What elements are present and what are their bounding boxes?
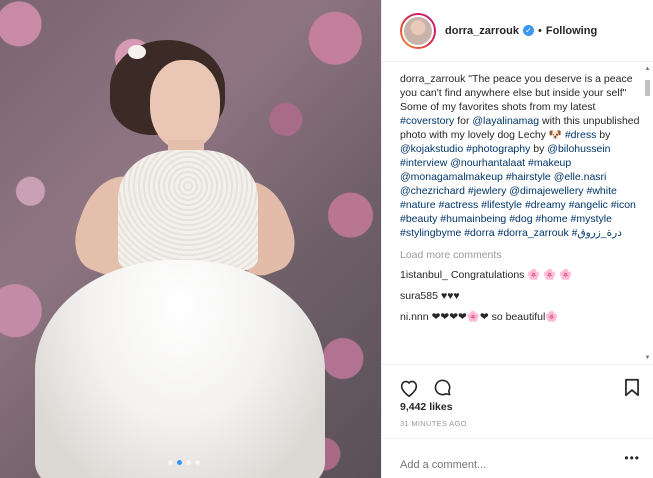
comment-text: Congratulations 🌸 🌸 🌸	[450, 269, 573, 281]
caption-hashtag-link[interactable]: #white	[586, 185, 616, 197]
comment-username[interactable]: sura585	[400, 290, 438, 302]
caption-username[interactable]: dorra_zarrouk	[400, 73, 465, 85]
caption-hashtag-link[interactable]: #nature	[400, 199, 436, 211]
comment-list: 1istanbul_ Congratulations 🌸 🌸 🌸 sura585 ♥♥…	[400, 269, 640, 324]
verified-badge-icon: ✓	[522, 25, 534, 36]
scroll-down-arrow-icon[interactable]: ▼	[644, 355, 651, 362]
comment-item: sura585 ♥♥♥	[400, 290, 640, 303]
post-side-panel: dorra_zarrouk ✓ • Following dorra_zarrou…	[381, 0, 653, 478]
bookmark-icon[interactable]	[624, 378, 640, 397]
comment-text: ♥♥♥	[440, 290, 460, 302]
caption-hashtag-link[interactable]: #hairstyle	[506, 171, 551, 183]
caption-text: by	[530, 143, 548, 155]
comment-item: 1istanbul_ Congratulations 🌸 🌸 🌸	[400, 269, 640, 282]
post-actions	[382, 364, 653, 402]
header-separator: •	[537, 24, 542, 37]
caption-hashtag-link[interactable]: #mystyle	[571, 213, 612, 225]
caption-hashtag-link[interactable]: #coverstory	[400, 115, 454, 127]
more-options-icon[interactable]: •••	[624, 452, 640, 478]
scroll-up-arrow-icon[interactable]: ▲	[644, 66, 651, 73]
photo-hair-flower	[128, 45, 146, 59]
photo-face	[150, 60, 220, 150]
caption-hashtag-link[interactable]: #stylingbyme	[400, 227, 461, 239]
avatar-story-ring[interactable]	[400, 12, 436, 49]
post-header: dorra_zarrouk ✓ • Following	[382, 0, 653, 62]
caption-hashtag-link[interactable]: #lifestyle	[481, 199, 522, 211]
caption-hashtag-link[interactable]: @kojakstudio	[400, 143, 463, 155]
caption-hashtag-link[interactable]: #درة_زروق	[572, 227, 622, 239]
caption-hashtag-link[interactable]: #jewlery	[468, 185, 507, 197]
add-comment-input[interactable]	[400, 452, 600, 478]
comment-item: ni.nnn ❤❤❤❤🌸❤ so beautiful🌸	[400, 311, 640, 324]
comments-scrollbar[interactable]: ▲ ▼	[644, 66, 651, 362]
comment-text: ❤❤❤❤🌸❤ so beautiful🌸	[431, 311, 559, 323]
post-photo[interactable]	[0, 0, 381, 478]
caption-hashtag-link[interactable]: #humainbeing	[440, 213, 506, 225]
caption-hashtag-link[interactable]: #dorra	[464, 227, 494, 239]
heart-outline-icon[interactable]	[399, 379, 419, 397]
speech-bubble-icon[interactable]	[433, 378, 452, 397]
caption-text: for	[454, 115, 473, 127]
caption-hashtag-link[interactable]: @layalinamag	[472, 115, 539, 127]
header-username[interactable]: dorra_zarrouk	[445, 25, 519, 37]
caption-hashtag-link[interactable]: #icon	[611, 199, 636, 211]
comment-username[interactable]: 1istanbul_	[400, 269, 448, 281]
caption-hashtag-link[interactable]: #dorra_zarrouk	[497, 227, 568, 239]
caption-hashtag-link[interactable]: #interview	[400, 157, 447, 169]
caption-hashtag-link[interactable]: #makeup	[528, 157, 571, 169]
caption-hashtag-link[interactable]: #dog	[509, 213, 532, 225]
likes-count[interactable]: 9,442 likes	[400, 401, 453, 413]
following-button[interactable]: Following	[546, 25, 597, 37]
carousel-dot	[168, 460, 173, 465]
caption-hashtag-link[interactable]: @dimajewellery	[509, 185, 583, 197]
scrollbar-thumb[interactable]	[645, 80, 650, 96]
caption-hashtag-link[interactable]: #angelic	[569, 199, 608, 211]
carousel-indicator	[168, 460, 200, 465]
photo-dress-skirt	[35, 260, 325, 478]
caption-hashtag-link[interactable]: @monagamalmakeup	[400, 171, 503, 183]
post-caption: dorra_zarrouk "The peace you deserve is …	[400, 72, 640, 240]
caption-hashtag-link[interactable]: #home	[535, 213, 567, 225]
caption-hashtag-link[interactable]: @bilohussein	[547, 143, 610, 155]
caption-text: by	[596, 129, 611, 141]
comments-area[interactable]: dorra_zarrouk "The peace you deserve is …	[382, 62, 653, 364]
caption-hashtag-link[interactable]: #actress	[439, 199, 479, 211]
caption-hashtag-link[interactable]: #beauty	[400, 213, 437, 225]
caption-hashtag-link[interactable]: #dreamy	[525, 199, 566, 211]
caption-hashtag-link[interactable]: #dress	[565, 129, 597, 141]
caption-hashtag-link[interactable]: @chezrichard	[400, 185, 465, 197]
caption-hashtag-link[interactable]: @elle.nasri	[554, 171, 607, 183]
carousel-dot	[177, 460, 182, 465]
load-more-comments-button[interactable]: Load more comments	[400, 249, 640, 261]
avatar[interactable]	[402, 14, 434, 47]
post-timestamp[interactable]: 31 MINUTES AGO	[400, 419, 467, 428]
photo-dress-bodice	[118, 150, 258, 270]
comment-username[interactable]: ni.nnn	[400, 311, 429, 323]
caption-hashtag-link[interactable]: #photography	[466, 143, 530, 155]
carousel-dot	[195, 460, 200, 465]
caption-hashtag-link[interactable]: @nourhantalaat	[450, 157, 525, 169]
add-comment-bar: •••	[382, 438, 653, 478]
carousel-dot	[186, 460, 191, 465]
